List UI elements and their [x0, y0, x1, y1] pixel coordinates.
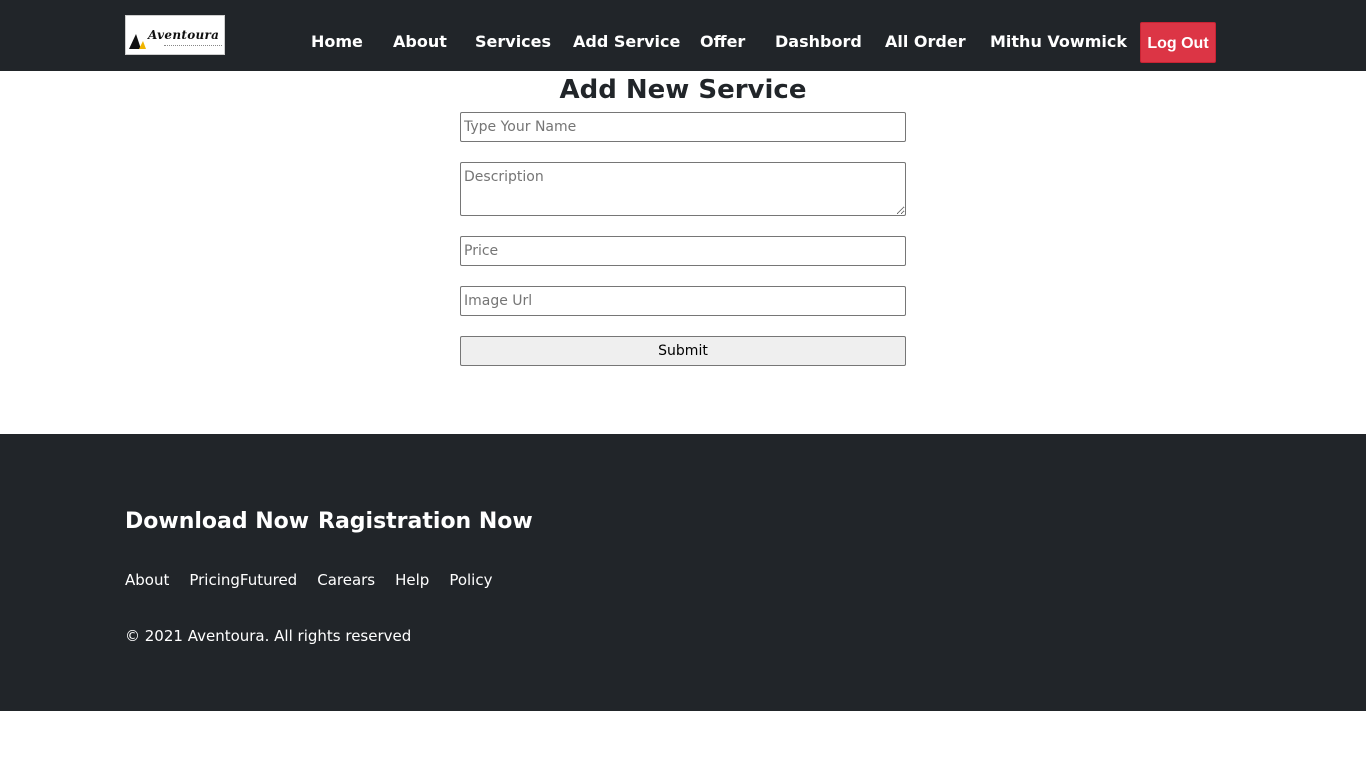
nav-link-offer[interactable]: Offer: [700, 22, 745, 62]
footer-link-pricing[interactable]: PricingFutured: [189, 570, 297, 590]
nav-user-name[interactable]: Mithu Vowmick: [990, 22, 1127, 62]
logout-button[interactable]: Log Out: [1140, 22, 1216, 63]
site-footer: Download Now Ragistration Now About Prici…: [0, 434, 1366, 711]
download-now-link[interactable]: Download Now: [125, 508, 309, 536]
footer-link-help[interactable]: Help: [395, 570, 429, 590]
top-navbar: Aventoura Home About Services Add Servic…: [0, 0, 1366, 71]
service-name-input[interactable]: [460, 112, 906, 142]
footer-link-careers[interactable]: Carears: [317, 570, 375, 590]
copyright-text: © 2021 Aventoura. All rights reserved: [125, 627, 412, 645]
footer-link-about[interactable]: About: [125, 570, 169, 590]
nav-link-add-service[interactable]: Add Service: [573, 22, 680, 62]
nav-link-dashboard[interactable]: Dashbord: [775, 22, 862, 62]
service-description-input[interactable]: [460, 162, 906, 216]
service-price-input[interactable]: [460, 236, 906, 266]
footer-links: About PricingFutured Carears Help Policy: [125, 570, 512, 590]
page-title: Add New Service: [559, 75, 807, 105]
nav-link-all-order[interactable]: All Order: [885, 22, 966, 62]
nav-link-home[interactable]: Home: [311, 22, 363, 62]
registration-now-link[interactable]: Ragistration Now: [318, 508, 533, 536]
footer-link-policy[interactable]: Policy: [449, 570, 492, 590]
service-image-url-input[interactable]: [460, 286, 906, 316]
submit-button[interactable]: Submit: [460, 336, 906, 366]
nav-link-about[interactable]: About: [393, 22, 447, 62]
nav-link-services[interactable]: Services: [475, 22, 551, 62]
